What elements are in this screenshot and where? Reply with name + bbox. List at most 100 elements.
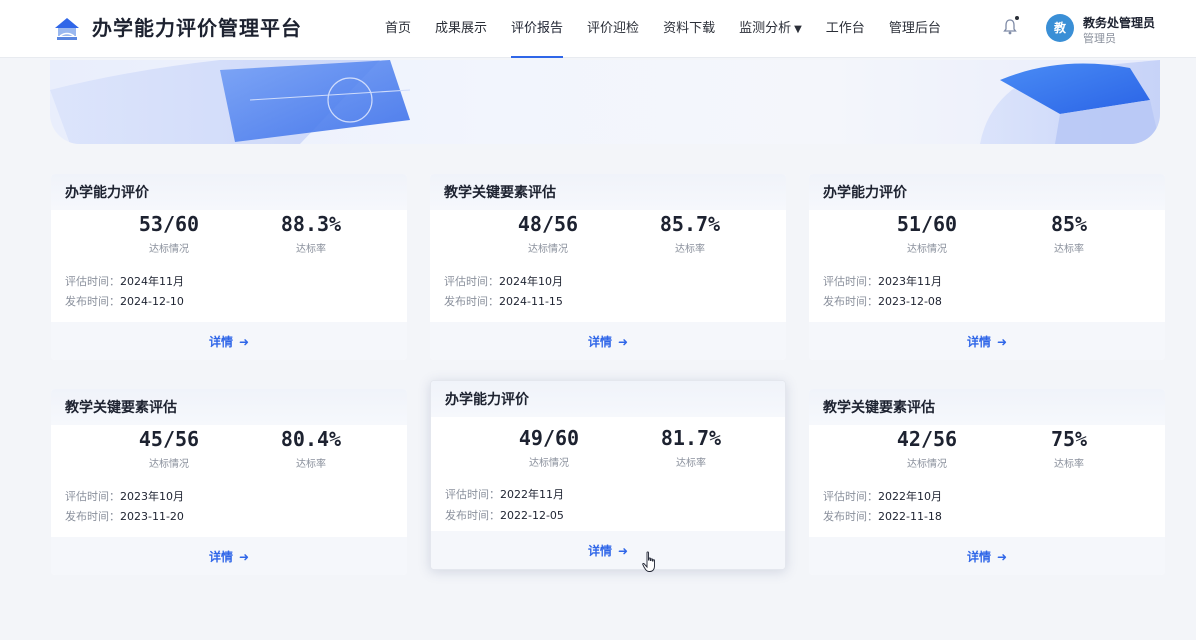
hand-pointer-icon [642, 551, 655, 572]
detail-link[interactable]: 详情 ➜ [588, 335, 628, 349]
standard-ratio-value: 42/56 [896, 427, 958, 451]
nav-item-monitoring-analysis[interactable]: 监测分析 ▼ [727, 0, 814, 58]
chevron-down-icon: ▼ [794, 24, 802, 35]
card-footer: 详情 ➜ [809, 537, 1165, 575]
publish-time: 发布时间：2023-11-20 [65, 508, 184, 524]
publish-time: 发布时间：2024-12-10 [65, 293, 184, 309]
standard-rate-label: 达标率 [676, 458, 706, 469]
report-card: 教学关键要素评估 45/56 达标情况 80.4% 达标率 评估时间：2023年… [51, 389, 407, 575]
card-footer: 详情 ➜ [809, 322, 1165, 360]
publish-time: 发布时间：2023-12-08 [823, 293, 942, 309]
detail-link-label: 详情 [208, 335, 233, 349]
eval-time-label: 评估时间： [65, 490, 120, 503]
publish-time-label: 发布时间： [823, 510, 878, 523]
detail-link[interactable]: 详情 ➜ [967, 335, 1007, 349]
detail-link-label: 详情 [587, 335, 612, 349]
standard-rate-value: 85% [1050, 212, 1088, 236]
user-name[interactable]: 教务处管理员 [1083, 14, 1155, 31]
report-card: 教学关键要素评估 42/56 达标情况 75% 达标率 评估时间：2022年10… [809, 389, 1165, 575]
nav-item-home[interactable]: 首页 [373, 0, 423, 58]
standard-rate-label: 达标率 [1054, 459, 1084, 470]
arrow-right-icon: ➜ [238, 550, 250, 564]
detail-link[interactable]: 详情 ➜ [209, 550, 249, 564]
eval-time-value: 2024年10月 [499, 275, 563, 288]
nav-item-inspection[interactable]: 评价迎检 [575, 0, 651, 58]
nav-item-label: 监测分析 [739, 21, 792, 36]
nav-item-label: 评价迎检 [587, 21, 640, 36]
publish-time: 发布时间：2024-11-15 [444, 293, 563, 309]
standard-ratio-value: 53/60 [138, 212, 200, 236]
eval-time-label: 评估时间： [445, 488, 500, 501]
publish-time-label: 发布时间： [823, 295, 878, 308]
eval-time: 评估时间：2022年10月 [823, 488, 942, 504]
nav-item-achievements[interactable]: 成果展示 [423, 0, 499, 58]
eval-time: 评估时间：2024年10月 [444, 273, 563, 289]
standard-ratio-label: 达标情况 [529, 458, 569, 469]
detail-link[interactable]: 详情 ➜ [209, 335, 249, 349]
eval-time-value: 2022年10月 [878, 490, 942, 503]
standard-rate-value: 85.7% [659, 212, 721, 236]
eval-time-value: 2023年10月 [120, 490, 184, 503]
arrow-right-icon: ➜ [996, 550, 1008, 564]
nav-item-label: 资料下载 [663, 21, 716, 36]
app-title: 办学能力评价管理平台 [92, 16, 302, 40]
detail-link-label: 详情 [966, 335, 991, 349]
standard-ratio-value: 48/56 [517, 212, 579, 236]
avatar[interactable]: 教 [1046, 14, 1074, 42]
card-title: 办学能力评价 [65, 185, 149, 201]
eval-time: 评估时间：2023年10月 [65, 488, 184, 504]
standard-rate-value: 88.3% [280, 212, 342, 236]
detail-link-label: 详情 [587, 544, 612, 558]
card-footer: 详情 ➜ [431, 531, 785, 569]
arrow-right-icon: ➜ [617, 335, 629, 349]
user-role: 管理员 [1083, 32, 1116, 45]
publish-time-value: 2024-11-15 [499, 295, 563, 308]
nav-item-evaluation-reports[interactable]: 评价报告 [499, 0, 575, 58]
publish-time-value: 2023-12-08 [878, 295, 942, 308]
arrow-right-icon: ➜ [238, 335, 250, 349]
school-logo-icon[interactable] [52, 14, 82, 42]
notification-dot [1015, 16, 1019, 20]
publish-time-value: 2022-12-05 [500, 509, 564, 522]
standard-rate-value: 75% [1050, 427, 1088, 451]
report-card: 办学能力评价 53/60 达标情况 88.3% 达标率 评估时间：2024年11… [51, 174, 407, 360]
arrow-right-icon: ➜ [996, 335, 1008, 349]
standard-ratio-value: 51/60 [896, 212, 958, 236]
eval-time-label: 评估时间： [823, 490, 878, 503]
publish-time-value: 2022-11-18 [878, 510, 942, 523]
standard-ratio-label: 达标情况 [528, 244, 568, 255]
detail-link-label: 详情 [966, 550, 991, 564]
card-title: 办学能力评价 [445, 392, 529, 408]
report-card: 教学关键要素评估 48/56 达标情况 85.7% 达标率 评估时间：2024年… [430, 174, 786, 360]
nav-item-label: 成果展示 [435, 21, 488, 36]
card-title: 办学能力评价 [823, 185, 907, 201]
publish-time-label: 发布时间： [65, 295, 120, 308]
card-footer: 详情 ➜ [51, 537, 407, 575]
eval-time: 评估时间：2022年11月 [445, 486, 564, 502]
standard-rate-label: 达标率 [296, 244, 326, 255]
nav-item-downloads[interactable]: 资料下载 [651, 0, 727, 58]
publish-time-value: 2023-11-20 [120, 510, 184, 523]
banner-illustration-icon [50, 60, 1160, 144]
publish-time: 发布时间：2022-12-05 [445, 507, 564, 523]
arrow-right-icon: ➜ [617, 544, 629, 558]
detail-link[interactable]: 详情 ➜ [967, 550, 1007, 564]
publish-time: 发布时间：2022-11-18 [823, 508, 942, 524]
notification-bell-icon[interactable] [1000, 17, 1020, 37]
eval-time-label: 评估时间： [444, 275, 499, 288]
card-title: 教学关键要素评估 [444, 185, 556, 201]
detail-link-label: 详情 [208, 550, 233, 564]
eval-time: 评估时间：2024年11月 [65, 273, 184, 289]
standard-ratio-label: 达标情况 [907, 244, 947, 255]
standard-ratio-value: 45/56 [138, 427, 200, 451]
nav-item-label: 首页 [385, 21, 412, 36]
nav-item-label: 评价报告 [511, 21, 564, 36]
eval-time-value: 2024年11月 [120, 275, 184, 288]
card-title: 教学关键要素评估 [823, 400, 935, 416]
standard-rate-value: 81.7% [660, 426, 722, 450]
detail-link[interactable]: 详情 ➜ [588, 544, 628, 558]
decorative-banner [50, 60, 1160, 144]
nav-item-admin[interactable]: 管理后台 [877, 0, 953, 58]
nav-item-workbench[interactable]: 工作台 [814, 0, 877, 58]
nav-item-label: 管理后台 [888, 21, 941, 36]
